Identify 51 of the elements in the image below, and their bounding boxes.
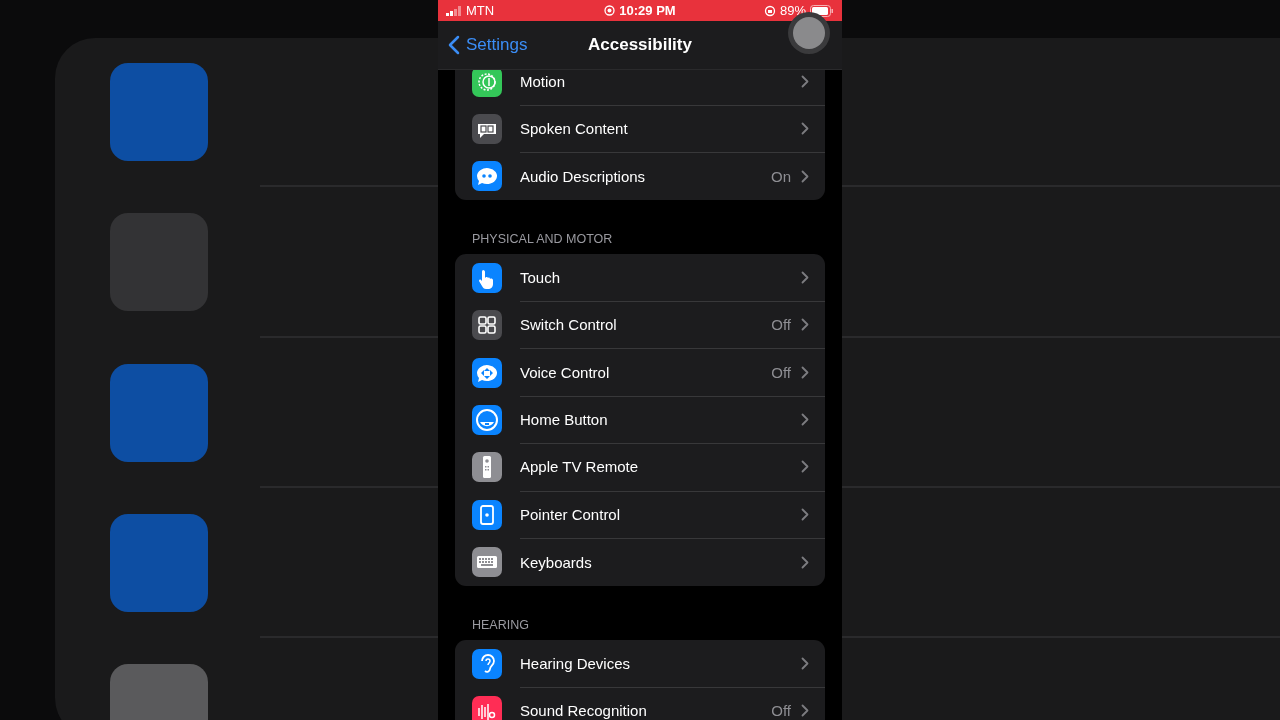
back-button[interactable]: Settings: [438, 34, 534, 56]
chevron-icon: [801, 413, 809, 427]
settings-row[interactable]: Keyboards: [455, 538, 825, 586]
row-label: Spoken Content: [520, 120, 629, 138]
settings-row[interactable]: Hearing Devices: [455, 639, 825, 688]
settings-row[interactable]: Motion: [455, 70, 825, 106]
section-header: HEARING: [471, 616, 530, 634]
recording-icon: [604, 5, 616, 16]
chevron-icon: [801, 74, 809, 88]
carrier-name: MTN: [466, 3, 495, 18]
chevron-icon: [801, 122, 809, 136]
chevron-icon: [801, 318, 809, 332]
row-value: Off: [771, 316, 791, 334]
settings-row[interactable]: Pointer Control: [455, 491, 825, 539]
chevron-icon: [801, 460, 809, 474]
settings-row[interactable]: Apple TV Remote: [455, 443, 825, 492]
row-value: Off: [771, 363, 791, 381]
settings-row[interactable]: Spoken Content: [455, 105, 825, 153]
chevron-icon: [801, 169, 809, 183]
status-time: 10:29 PM: [619, 3, 676, 18]
chevron-icon: [801, 507, 809, 521]
settings-row[interactable]: Sound Recognition Off: [455, 687, 825, 720]
signal-icon: [446, 5, 462, 16]
settings-row[interactable]: Home Button: [455, 396, 825, 444]
row-label: Pointer Control: [520, 505, 622, 523]
row-label: Motion: [520, 72, 567, 90]
chevron-icon: [801, 555, 809, 569]
row-label: Switch Control: [520, 316, 618, 334]
settings-row[interactable]: Voice Control Off: [455, 348, 825, 397]
chevron-icon: [801, 270, 809, 284]
row-label: Hearing Devices: [520, 654, 632, 672]
row-label: Touch: [520, 268, 562, 286]
row-label: Home Button: [520, 411, 609, 429]
chevron-icon: [801, 656, 809, 670]
row-label: Sound Recognition: [520, 702, 648, 720]
settings-row[interactable]: Switch Control Off: [455, 301, 825, 349]
row-label: Apple TV Remote: [520, 458, 640, 476]
back-chevron-icon: [448, 35, 460, 55]
row-label: Audio Descriptions: [520, 167, 647, 185]
row-value: Off: [771, 702, 791, 720]
battery-percent: 89%: [779, 3, 806, 18]
section-header: PHYSICAL AND MOTOR: [471, 231, 614, 249]
row-label: Voice Control: [520, 363, 611, 381]
row-label: Keyboards: [520, 553, 593, 571]
page-title: Accessibility: [588, 35, 692, 54]
chevron-icon: [801, 704, 809, 718]
row-value: On: [771, 167, 791, 185]
rotation-lock-icon: [763, 4, 776, 17]
settings-row[interactable]: Audio Descriptions On: [455, 152, 825, 201]
settings-row[interactable]: Touch: [455, 254, 825, 302]
chevron-icon: [801, 365, 809, 379]
